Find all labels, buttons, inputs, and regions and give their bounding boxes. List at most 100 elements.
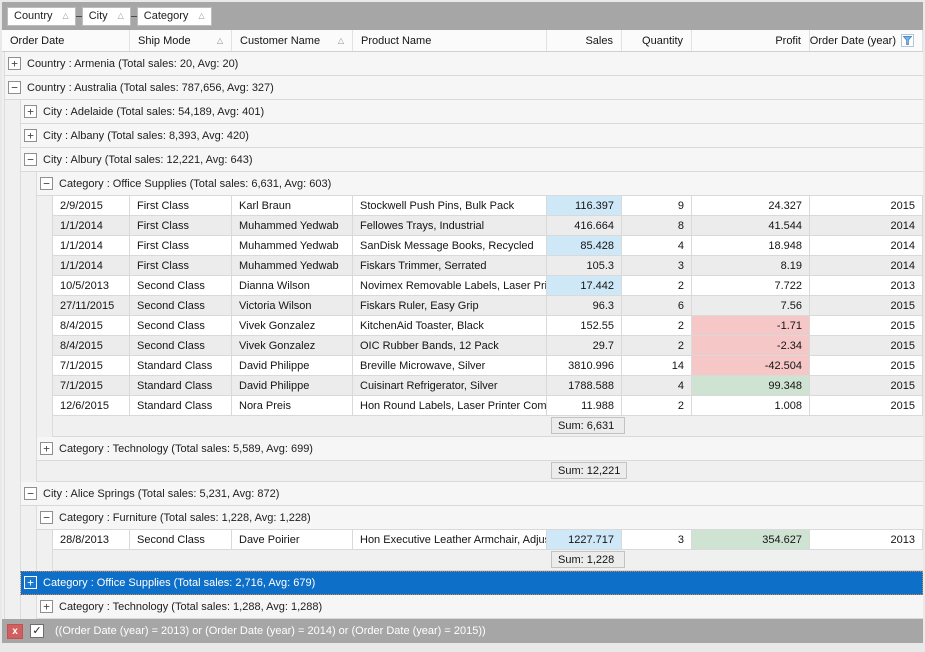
cell-ship-mode[interactable]: First Class [130, 256, 232, 276]
cell-order-date[interactable]: 8/4/2015 [52, 316, 130, 336]
cell-sales[interactable]: 85.428 [547, 236, 622, 256]
collapse-button[interactable]: − [24, 487, 37, 500]
expand-button[interactable]: + [40, 600, 53, 613]
cell-quantity[interactable]: 4 [622, 236, 692, 256]
cell-order-date[interactable]: 1/1/2014 [52, 236, 130, 256]
cell-sales[interactable]: 29.7 [547, 336, 622, 356]
column-header-quantity[interactable]: Quantity [622, 30, 692, 51]
cell-order-date-year[interactable]: 2014 [810, 216, 923, 236]
group-row-body[interactable]: −Category : Office Supplies (Total sales… [36, 172, 923, 196]
column-header-order-date[interactable]: Order Date [2, 30, 130, 51]
table-row[interactable]: 2/9/2015First ClassKarl BraunStockwell P… [4, 196, 923, 216]
cell-sales[interactable]: 1227.717 [547, 530, 622, 550]
cell-quantity[interactable]: 9 [622, 196, 692, 216]
cell-profit[interactable]: 41.544 [692, 216, 810, 236]
cell-customer-name[interactable]: Victoria Wilson [232, 296, 353, 316]
table-row[interactable]: 8/4/2015Second ClassVivek GonzalezOIC Ru… [4, 336, 923, 356]
cell-profit[interactable]: 7.722 [692, 276, 810, 296]
cell-sales[interactable]: 17.442 [547, 276, 622, 296]
group-field-category[interactable]: Category△ [137, 7, 212, 26]
cell-order-date[interactable]: 27/11/2015 [52, 296, 130, 316]
cell-customer-name[interactable]: Vivek Gonzalez [232, 336, 353, 356]
cell-sales[interactable]: 116.397 [547, 196, 622, 216]
collapse-button[interactable]: − [24, 153, 37, 166]
cell-order-date[interactable]: 1/1/2014 [52, 216, 130, 236]
table-row[interactable]: 1/1/2014First ClassMuhammed YedwabFiskar… [4, 256, 923, 276]
cell-product-name[interactable]: Stockwell Push Pins, Bulk Pack [353, 196, 547, 216]
group-row[interactable]: +Category : Technology (Total sales: 5,5… [4, 437, 923, 461]
group-row-body[interactable]: +Country : Armenia (Total sales: 20, Avg… [4, 52, 923, 76]
cell-order-date[interactable]: 10/5/2013 [52, 276, 130, 296]
table-row[interactable]: 8/4/2015Second ClassVivek GonzalezKitche… [4, 316, 923, 336]
cell-order-date[interactable]: 28/8/2013 [52, 530, 130, 550]
table-row[interactable]: 10/5/2013Second ClassDianna WilsonNovime… [4, 276, 923, 296]
table-row[interactable]: 7/1/2015Standard ClassDavid PhilippeCuis… [4, 376, 923, 396]
cell-product-name[interactable]: Fellowes Trays, Industrial [353, 216, 547, 236]
cell-customer-name[interactable]: Muhammed Yedwab [232, 216, 353, 236]
cell-order-date[interactable]: 1/1/2014 [52, 256, 130, 276]
group-row[interactable]: +Category : Office Supplies (Total sales… [4, 571, 923, 595]
column-header-profit[interactable]: Profit [692, 30, 810, 51]
expand-button[interactable]: + [8, 57, 21, 70]
cell-profit[interactable]: -42.504 [692, 356, 810, 376]
cell-order-date[interactable]: 7/1/2015 [52, 356, 130, 376]
cell-profit[interactable]: 99.348 [692, 376, 810, 396]
cell-customer-name[interactable]: David Philippe [232, 356, 353, 376]
cell-profit[interactable]: -1.71 [692, 316, 810, 336]
cell-ship-mode[interactable]: First Class [130, 236, 232, 256]
cell-product-name[interactable]: Hon Round Labels, Laser Printer Comp [353, 396, 547, 416]
group-row-body[interactable]: −Category : Furniture (Total sales: 1,22… [36, 506, 923, 530]
group-row[interactable]: +City : Albany (Total sales: 8,393, Avg:… [4, 124, 923, 148]
column-header-customer-name[interactable]: Customer Name△ [232, 30, 353, 51]
expand-button[interactable]: + [24, 129, 37, 142]
cell-quantity[interactable]: 6 [622, 296, 692, 316]
cell-quantity[interactable]: 8 [622, 216, 692, 236]
cell-product-name[interactable]: SanDisk Message Books, Recycled [353, 236, 547, 256]
expand-button[interactable]: + [24, 105, 37, 118]
cell-order-date-year[interactable]: 2014 [810, 236, 923, 256]
cell-ship-mode[interactable]: Second Class [130, 276, 232, 296]
group-row[interactable]: +Country : Armenia (Total sales: 20, Avg… [4, 52, 923, 76]
column-header-product-name[interactable]: Product Name [353, 30, 547, 51]
cell-customer-name[interactable]: Dave Poirier [232, 530, 353, 550]
cell-quantity[interactable]: 2 [622, 336, 692, 356]
cell-order-date-year[interactable]: 2013 [810, 530, 923, 550]
cell-quantity[interactable]: 3 [622, 256, 692, 276]
filter-icon[interactable] [901, 34, 914, 47]
cell-profit[interactable]: 8.19 [692, 256, 810, 276]
cell-quantity[interactable]: 2 [622, 276, 692, 296]
group-row-body[interactable]: +City : Albany (Total sales: 8,393, Avg:… [20, 124, 923, 148]
group-row-body[interactable]: −Country : Australia (Total sales: 787,6… [4, 76, 923, 100]
filter-enabled-checkbox[interactable]: ✓ [30, 624, 44, 638]
cell-order-date-year[interactable]: 2015 [810, 296, 923, 316]
cell-ship-mode[interactable]: Second Class [130, 296, 232, 316]
group-row-body[interactable]: +City : Adelaide (Total sales: 54,189, A… [20, 100, 923, 124]
group-row[interactable]: −City : Alice Springs (Total sales: 5,23… [4, 482, 923, 506]
cell-order-date-year[interactable]: 2015 [810, 336, 923, 356]
cell-order-date-year[interactable]: 2013 [810, 276, 923, 296]
cell-order-date[interactable]: 7/1/2015 [52, 376, 130, 396]
cell-product-name[interactable]: KitchenAid Toaster, Black [353, 316, 547, 336]
cell-ship-mode[interactable]: Second Class [130, 336, 232, 356]
cell-order-date[interactable]: 12/6/2015 [52, 396, 130, 416]
close-filter-button[interactable]: x [7, 624, 23, 639]
cell-sales[interactable]: 152.55 [547, 316, 622, 336]
group-row[interactable]: −Country : Australia (Total sales: 787,6… [4, 76, 923, 100]
table-row[interactable]: 1/1/2014First ClassMuhammed YedwabFellow… [4, 216, 923, 236]
cell-customer-name[interactable]: Karl Braun [232, 196, 353, 216]
cell-quantity[interactable]: 3 [622, 530, 692, 550]
cell-customer-name[interactable]: David Philippe [232, 376, 353, 396]
collapse-button[interactable]: − [40, 511, 53, 524]
cell-quantity[interactable]: 14 [622, 356, 692, 376]
cell-sales[interactable]: 416.664 [547, 216, 622, 236]
table-row[interactable]: 28/8/2013Second ClassDave PoirierHon Exe… [4, 530, 923, 550]
cell-order-date-year[interactable]: 2015 [810, 196, 923, 216]
group-row-body[interactable]: −City : Alice Springs (Total sales: 5,23… [20, 482, 923, 506]
table-row[interactable]: 12/6/2015Standard ClassNora PreisHon Rou… [4, 396, 923, 416]
cell-profit[interactable]: 7.56 [692, 296, 810, 316]
cell-order-date-year[interactable]: 2015 [810, 316, 923, 336]
group-field-city[interactable]: City△ [82, 7, 131, 26]
cell-ship-mode[interactable]: Standard Class [130, 376, 232, 396]
cell-product-name[interactable]: Fiskars Ruler, Easy Grip [353, 296, 547, 316]
cell-order-date-year[interactable]: 2015 [810, 396, 923, 416]
